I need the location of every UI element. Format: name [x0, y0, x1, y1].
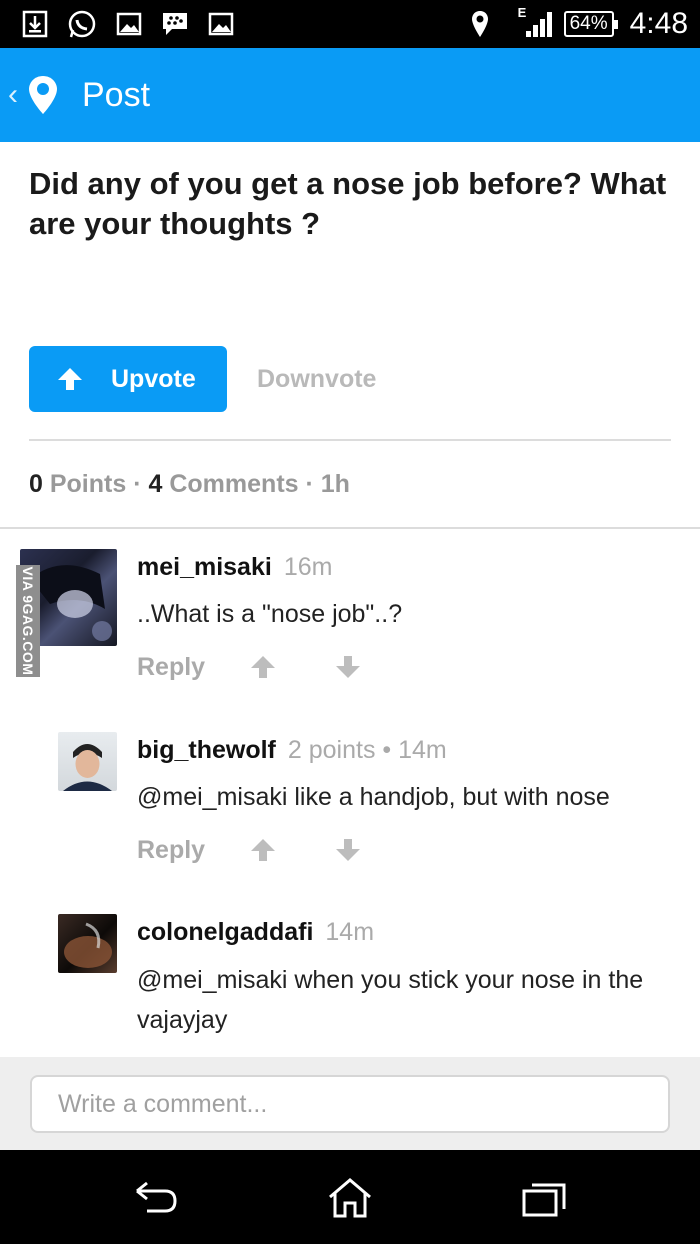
signal-icon: E	[518, 5, 554, 39]
app-logo-icon[interactable]	[26, 74, 60, 116]
download-icon	[22, 10, 48, 38]
watermark: VIA 9GAG.COM	[16, 565, 40, 677]
comment-username[interactable]: big_thewolf	[137, 736, 276, 764]
post-age: 1h	[320, 470, 350, 498]
comment-meta: 14m	[325, 918, 375, 946]
points-label: Points	[49, 470, 127, 498]
divider	[29, 439, 671, 441]
image-icon	[208, 12, 234, 36]
comment-bar	[0, 1057, 700, 1150]
downvote-arrow-icon[interactable]	[335, 837, 361, 863]
clock: 4:48	[629, 7, 688, 40]
navigation-bar	[0, 1150, 700, 1244]
back-icon[interactable]	[133, 1177, 179, 1219]
app-bar: ‹ Post	[0, 48, 700, 142]
comment-username[interactable]: mei_misaki	[137, 553, 272, 581]
back-chevron-icon[interactable]: ‹	[8, 78, 18, 112]
comment-header: big_thewolf 2 points • 14m	[137, 736, 447, 765]
location-icon	[471, 11, 488, 37]
reply-button[interactable]: Reply	[137, 836, 205, 865]
page-title: Post	[82, 75, 151, 114]
comments-count: 4	[148, 470, 163, 498]
comment-username[interactable]: colonelgaddafi	[137, 918, 313, 946]
comment-actions: Reply	[137, 647, 361, 687]
post-stats: 0 Points · 4 Comments · 1h	[29, 470, 350, 498]
points-count: 0	[29, 470, 43, 498]
comment-actions: Reply	[137, 830, 361, 870]
upvote-button[interactable]: Upvote	[29, 346, 227, 412]
comment-header: mei_misaki 16m	[137, 553, 332, 582]
arrow-up-icon	[58, 368, 82, 390]
upvote-label: Upvote	[111, 364, 196, 393]
image-icon	[116, 12, 142, 36]
comment-meta: 16m	[283, 553, 333, 581]
comment-text: @mei_misaki when you stick your nose in …	[137, 966, 644, 1034]
home-icon[interactable]	[327, 1177, 373, 1219]
comment-header: colonelgaddafi 14m	[137, 918, 374, 947]
comment-meta: 2 points • 14m	[287, 736, 447, 764]
comment-text: ..What is a "nose job"..?	[137, 600, 403, 628]
downvote-arrow-icon[interactable]	[335, 654, 361, 680]
comment-text: @mei_misaki like a handjob, but with nos…	[137, 783, 610, 811]
upvote-arrow-icon[interactable]	[250, 654, 276, 680]
recent-apps-icon[interactable]	[521, 1177, 567, 1219]
battery-indicator: 64%	[563, 11, 618, 37]
downvote-button[interactable]: Downvote	[257, 346, 376, 412]
reply-button[interactable]: Reply	[137, 653, 205, 682]
whatsapp-icon	[68, 10, 96, 38]
bbm-icon	[163, 13, 187, 35]
avatar[interactable]	[58, 914, 117, 973]
comment-input[interactable]	[30, 1075, 670, 1133]
upvote-arrow-icon[interactable]	[250, 837, 276, 863]
avatar[interactable]	[58, 732, 117, 791]
comments-label: Comments	[169, 470, 299, 498]
divider	[0, 527, 700, 529]
status-bar: E 64% 4:48	[0, 0, 700, 48]
post-title: Did any of you get a nose job before? Wh…	[29, 166, 667, 241]
